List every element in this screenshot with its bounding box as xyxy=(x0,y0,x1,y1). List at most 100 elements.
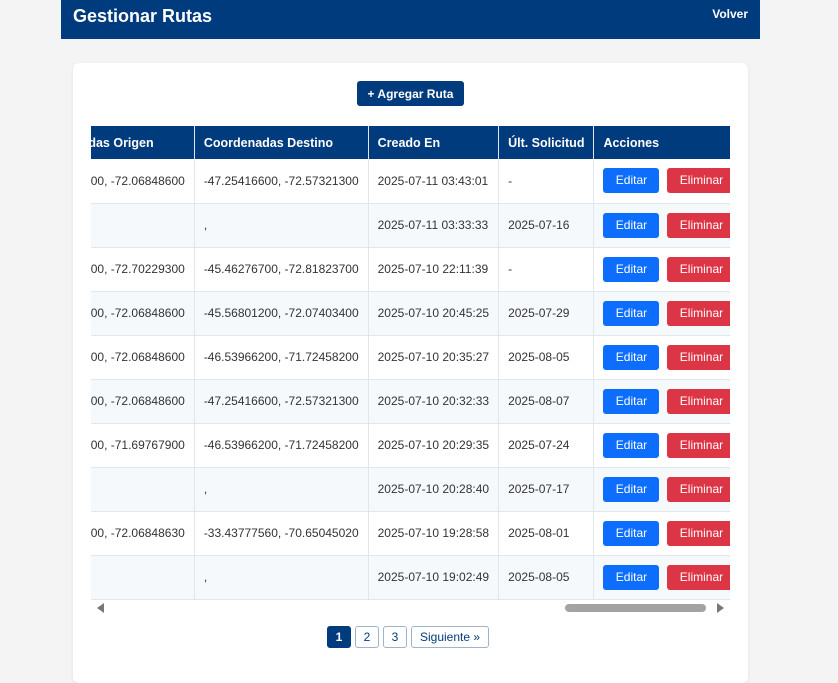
scroll-thumb[interactable] xyxy=(565,604,706,612)
table-row: -45.57152500, -72.06848600-47.25416600, … xyxy=(91,379,730,424)
edit-button[interactable]: Editar xyxy=(603,300,660,326)
cell-destino: -46.53966200, -71.72458200 xyxy=(194,423,369,468)
cell-ultima: - xyxy=(498,159,595,204)
table-row: ,,2025-07-11 03:33:332025-07-16EditarEli… xyxy=(91,203,730,248)
cell-acciones: Editar Eliminar xyxy=(593,159,730,204)
cell-origen: -45.57152500, -72.06848600 xyxy=(91,159,195,204)
cell-ultima: 2025-07-17 xyxy=(498,467,595,512)
column-header-creado: Creado En xyxy=(368,126,500,159)
column-header-acciones: Acciones xyxy=(593,126,730,159)
delete-button[interactable]: Eliminar xyxy=(667,256,730,282)
edit-button[interactable]: Editar xyxy=(603,520,660,546)
cell-acciones: Editar Eliminar xyxy=(593,511,730,556)
cell-creado: 2025-07-10 19:28:58 xyxy=(368,511,500,556)
edit-button[interactable]: Editar xyxy=(603,564,660,590)
cell-destino: -45.46276700, -72.81823700 xyxy=(194,247,369,292)
cell-acciones: Editar Eliminar xyxy=(593,203,730,248)
cell-creado: 2025-07-10 20:28:40 xyxy=(368,467,500,512)
cell-origen: , xyxy=(91,467,195,512)
cell-acciones: Editar Eliminar xyxy=(593,247,730,292)
cell-origen: -45.40000000, -72.70229300 xyxy=(91,247,195,292)
edit-button[interactable]: Editar xyxy=(603,432,660,458)
cell-origen: -45.57152500, -72.06848600 xyxy=(91,291,195,336)
edit-button[interactable]: Editar xyxy=(603,388,660,414)
cell-origen: -45.57152500, -72.06848630 xyxy=(91,511,195,556)
delete-button[interactable]: Eliminar xyxy=(667,300,730,326)
routes-card: + Agregar Ruta Coordenadas Origen Coorde… xyxy=(73,63,748,683)
cell-destino: , xyxy=(194,555,369,600)
cell-ultima: 2025-08-05 xyxy=(498,335,595,380)
page-title: Gestionar Rutas xyxy=(73,6,213,26)
page-3-button[interactable]: 3 xyxy=(383,626,407,648)
cell-ultima: 2025-07-24 xyxy=(498,423,595,468)
edit-button[interactable]: Editar xyxy=(603,256,660,282)
cell-acciones: Editar Eliminar xyxy=(593,291,730,336)
app-header: Gestionar Rutas Volver xyxy=(61,0,760,39)
table-row: -45.57152500, -72.06848630-33.43777560, … xyxy=(91,511,730,556)
cell-destino: -33.43777560, -70.65045020 xyxy=(194,511,369,556)
cell-destino: , xyxy=(194,203,369,248)
delete-button[interactable]: Eliminar xyxy=(667,564,730,590)
delete-button[interactable]: Eliminar xyxy=(667,168,730,194)
cell-origen: -45.91876200, -71.69767900 xyxy=(91,423,195,468)
table-row: -45.57152500, -72.06848600-47.25416600, … xyxy=(91,159,730,204)
column-header-destino: Coordenadas Destino xyxy=(194,126,369,159)
cell-creado: 2025-07-10 20:35:27 xyxy=(368,335,500,380)
cell-acciones: Editar Eliminar xyxy=(593,379,730,424)
cell-destino: , xyxy=(194,467,369,512)
page-2-button[interactable]: 2 xyxy=(355,626,379,648)
routes-table-viewport[interactable]: Coordenadas Origen Coordenadas Destino C… xyxy=(91,126,730,601)
back-link[interactable]: Volver xyxy=(712,7,748,21)
cell-ultima: 2025-07-29 xyxy=(498,291,595,336)
delete-button[interactable]: Eliminar xyxy=(667,388,730,414)
cell-origen: , xyxy=(91,203,195,248)
cell-creado: 2025-07-10 20:45:25 xyxy=(368,291,500,336)
scroll-left-arrow-icon[interactable] xyxy=(97,603,104,613)
next-page-button[interactable]: Siguiente » xyxy=(411,626,490,648)
page-1-button[interactable]: 1 xyxy=(327,626,351,648)
table-row: -45.57152500, -72.06848600-46.53966200, … xyxy=(91,335,730,380)
cell-creado: 2025-07-11 03:33:33 xyxy=(368,203,500,248)
cell-creado: 2025-07-10 19:02:49 xyxy=(368,555,500,600)
cell-destino: -47.25416600, -72.57321300 xyxy=(194,379,369,424)
cell-origen: -45.57152500, -72.06848600 xyxy=(91,335,195,380)
cell-acciones: Editar Eliminar xyxy=(593,467,730,512)
cell-ultima: 2025-08-05 xyxy=(498,555,595,600)
delete-button[interactable]: Eliminar xyxy=(667,432,730,458)
cell-creado: 2025-07-10 22:11:39 xyxy=(368,247,500,292)
cell-ultima: - xyxy=(498,247,595,292)
edit-button[interactable]: Editar xyxy=(603,344,660,370)
cell-origen: -45.57152500, -72.06848600 xyxy=(91,379,195,424)
scroll-right-arrow-icon[interactable] xyxy=(717,603,724,613)
delete-button[interactable]: Eliminar xyxy=(667,212,730,238)
cell-ultima: 2025-08-01 xyxy=(498,511,595,556)
horizontal-scrollbar[interactable] xyxy=(91,601,730,617)
column-header-origen: Coordenadas Origen xyxy=(91,126,195,159)
column-header-ultima: Últ. Solicitud xyxy=(498,126,595,159)
table-row: ,,2025-07-10 19:02:492025-08-05EditarEli… xyxy=(91,555,730,600)
delete-button[interactable]: Eliminar xyxy=(667,344,730,370)
cell-origen: , xyxy=(91,555,195,600)
cell-creado: 2025-07-10 20:32:33 xyxy=(368,379,500,424)
cell-creado: 2025-07-11 03:43:01 xyxy=(368,159,500,204)
add-route-button[interactable]: + Agregar Ruta xyxy=(357,81,464,106)
cell-destino: -46.53966200, -71.72458200 xyxy=(194,335,369,380)
edit-button[interactable]: Editar xyxy=(603,476,660,502)
pagination: 1 2 3 Siguiente » xyxy=(327,626,490,648)
table-row: ,,2025-07-10 20:28:402025-07-17EditarEli… xyxy=(91,467,730,512)
table-row: -45.40000000, -72.70229300-45.46276700, … xyxy=(91,247,730,292)
edit-button[interactable]: Editar xyxy=(603,168,660,194)
cell-creado: 2025-07-10 20:29:35 xyxy=(368,423,500,468)
routes-table: Coordenadas Origen Coordenadas Destino C… xyxy=(91,126,730,600)
cell-acciones: Editar Eliminar xyxy=(593,335,730,380)
cell-acciones: Editar Eliminar xyxy=(593,555,730,600)
edit-button[interactable]: Editar xyxy=(603,212,660,238)
cell-ultima: 2025-07-16 xyxy=(498,203,595,248)
cell-destino: -47.25416600, -72.57321300 xyxy=(194,159,369,204)
delete-button[interactable]: Eliminar xyxy=(667,476,730,502)
delete-button[interactable]: Eliminar xyxy=(667,520,730,546)
cell-destino: -45.56801200, -72.07403400 xyxy=(194,291,369,336)
cell-acciones: Editar Eliminar xyxy=(593,423,730,468)
table-header-row: Coordenadas Origen Coordenadas Destino C… xyxy=(91,126,730,159)
cell-ultima: 2025-08-07 xyxy=(498,379,595,424)
